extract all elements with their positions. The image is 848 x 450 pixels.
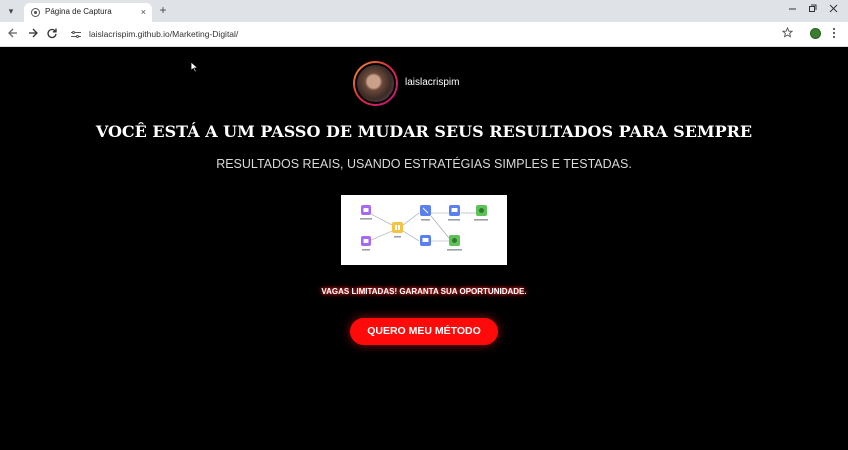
browser-tab[interactable]: Página de Captura × <box>24 3 152 22</box>
limited-spots-alert: VAGAS LIMITADAS! GARANTA SUA OPORTUNIDAD… <box>321 287 527 296</box>
restore-icon[interactable] <box>808 4 817 16</box>
arrow-left-icon[interactable] <box>6 27 20 41</box>
diagram-node <box>361 236 371 246</box>
username[interactable]: laislacrispim <box>405 77 459 88</box>
browser-toolbar: laislacrispim.github.io/Marketing-Digita… <box>0 22 848 47</box>
workflow-diagram-image <box>341 195 507 265</box>
close-window-icon[interactable] <box>829 4 838 16</box>
tab-title: Página de Captura <box>45 7 112 16</box>
arrow-right-icon[interactable] <box>26 27 40 41</box>
diagram-node <box>392 222 403 233</box>
url-text[interactable]: laislacrispim.github.io/Marketing-Digita… <box>89 29 238 39</box>
avatar[interactable] <box>353 61 398 106</box>
tab-close-icon[interactable]: × <box>141 6 146 18</box>
diagram-node <box>449 205 460 216</box>
kebab-menu-icon[interactable] <box>832 27 836 43</box>
diagram-node <box>449 235 460 246</box>
profile-icon[interactable] <box>810 28 821 39</box>
page-body: laislacrispim VOCÊ ESTÁ A UM PASSO DE MU… <box>0 47 848 450</box>
page-subtitle: RESULTADOS REAIS, USANDO ESTRATÉGIAS SIM… <box>216 157 632 171</box>
new-tab-icon[interactable]: + <box>156 3 170 17</box>
minimize-icon[interactable] <box>788 4 797 16</box>
page-title: VOCÊ ESTÁ A UM PASSO DE MUDAR SEUS RESUL… <box>95 122 753 141</box>
diagram-node <box>420 205 431 216</box>
address-bar[interactable]: laislacrispim.github.io/Marketing-Digita… <box>64 25 804 44</box>
star-icon[interactable] <box>781 26 794 42</box>
diagram-node <box>361 205 371 215</box>
diagram-node <box>476 205 487 216</box>
diagram-node <box>420 235 431 246</box>
avatar-photo <box>355 63 396 104</box>
tab-strip: ▾ Página de Captura × + <box>0 0 848 22</box>
mouse-pointer-icon <box>190 61 199 73</box>
cta-button[interactable]: QUERO MEU MÉTODO <box>350 318 498 345</box>
tab-search-chevron-icon[interactable]: ▾ <box>4 4 18 18</box>
reload-icon[interactable] <box>45 27 59 41</box>
site-info-icon[interactable] <box>70 29 82 40</box>
globe-favicon-icon <box>31 8 40 17</box>
